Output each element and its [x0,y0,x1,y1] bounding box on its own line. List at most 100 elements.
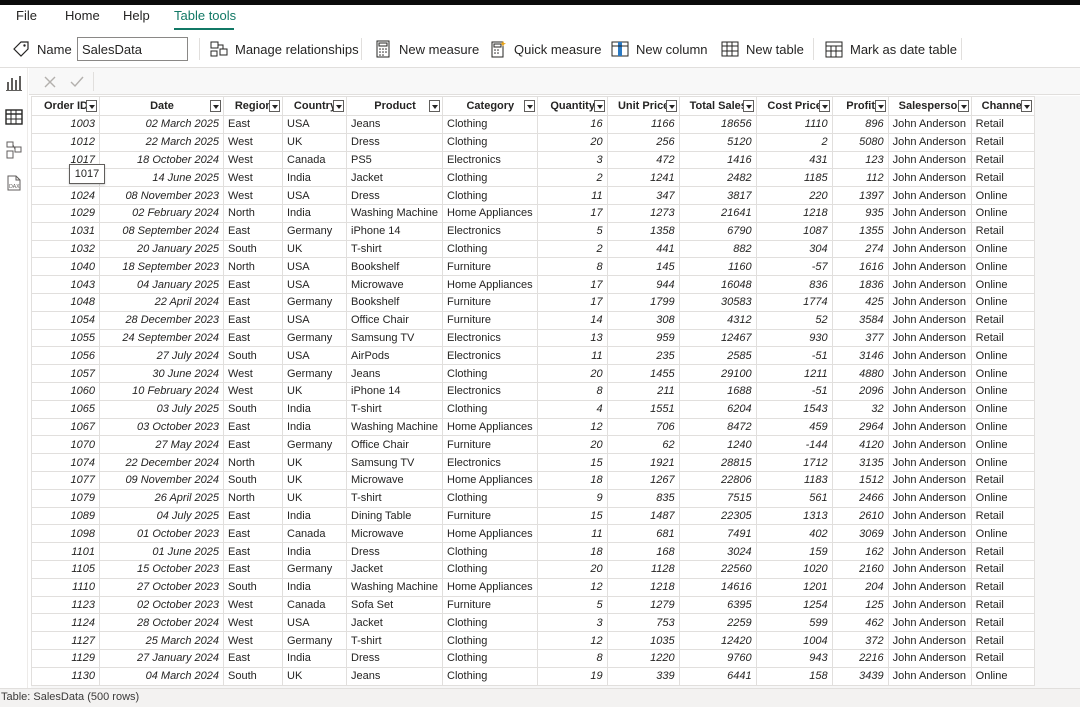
cell-profit[interactable]: 425 [831,292,889,312]
cell-country[interactable]: Germany [282,221,347,241]
cell-profit[interactable]: 3146 [831,346,889,366]
cell-category[interactable]: Clothing [442,613,538,633]
cell-cost-price[interactable]: 561 [755,488,833,508]
cell-unit-price[interactable]: 1921 [606,453,680,472]
cell-product[interactable]: T-shirt [345,631,444,650]
cell-profit[interactable]: 2216 [831,648,889,668]
cell-profit[interactable]: 1836 [831,275,889,294]
cell-profit[interactable]: 5080 [831,132,889,152]
cell-order-id[interactable]: 1057 [31,364,100,383]
cell-cost-price[interactable]: 459 [755,417,833,437]
cell-date[interactable]: 14 June 2025 [99,168,224,188]
cell-category[interactable]: Furniture [442,506,538,526]
new-table-button[interactable]: New table [721,30,804,68]
cell-salesperson[interactable]: John Anderson [887,346,972,366]
cell-category[interactable]: Home Appliances [442,203,538,223]
cell-cost-price[interactable]: 304 [755,239,833,259]
cell-category[interactable]: Clothing [442,132,538,152]
filter-dropdown-icon[interactable] [593,100,605,112]
cell-quantity[interactable]: 14 [536,310,608,330]
cell-total-sales[interactable]: 4312 [678,310,757,330]
filter-dropdown-icon[interactable] [269,100,280,112]
cell-order-id[interactable]: 1089 [31,506,100,526]
cell-country[interactable]: UK [282,381,347,401]
cell-unit-price[interactable]: 1218 [606,577,680,597]
cell-unit-price[interactable]: 1267 [606,470,680,490]
cell-date[interactable]: 03 July 2025 [99,399,224,419]
cell-country[interactable]: UK [282,132,347,152]
table-row[interactable]: 1056 27 July 2024 South USA AirPods Electroni… [31,346,1035,366]
cell-cost-price[interactable]: 1211 [755,364,833,383]
cell-channel[interactable]: Retail [970,648,1035,668]
cell-cost-price[interactable]: 431 [755,150,833,170]
cell-cost-price[interactable]: 1004 [755,631,833,650]
cell-quantity[interactable]: 15 [536,506,608,526]
new-measure-button[interactable]: New measure [374,30,479,68]
cell-channel[interactable]: Retail [970,150,1035,170]
cell-order-id[interactable]: 1079 [31,488,100,508]
cell-channel[interactable]: Online [970,239,1035,259]
cell-cost-price[interactable]: -144 [755,435,833,455]
cell-total-sales[interactable]: 1688 [678,381,757,401]
cell-region[interactable]: North [223,257,283,277]
cell-cost-price[interactable]: 158 [755,666,833,686]
cell-quantity[interactable]: 17 [536,292,608,312]
cell-total-sales[interactable]: 22806 [678,470,757,490]
filter-dropdown-icon[interactable] [1020,100,1032,112]
cell-category[interactable]: Clothing [442,542,538,561]
cell-profit[interactable]: 1397 [831,186,889,205]
cell-product[interactable]: Jacket [345,559,444,579]
cell-product[interactable]: iPhone 14 [345,381,444,401]
report-view-icon[interactable] [5,74,23,92]
cell-region[interactable]: West [223,150,283,170]
cell-date[interactable]: 09 November 2024 [99,470,224,490]
cell-order-id[interactable]: 1123 [31,595,100,615]
cell-salesperson[interactable]: John Anderson [887,524,972,544]
cell-region[interactable]: East [223,559,283,579]
cell-channel[interactable]: Online [970,399,1035,419]
cell-date[interactable]: 27 October 2023 [99,577,224,597]
cell-total-sales[interactable]: 12467 [678,328,757,348]
cell-order-id[interactable]: 1055 [31,328,100,348]
cell-category[interactable]: Electronics [442,221,538,241]
cell-cost-price[interactable]: -57 [755,257,833,277]
cell-salesperson[interactable]: John Anderson [887,275,972,294]
cell-cost-price[interactable]: 1185 [755,168,833,188]
table-row[interactable]: 1124 28 October 2024 West USA Jacket Clothing… [31,613,1035,633]
table-row[interactable]: 1077 09 November 2024 South UK Microwave Home… [31,470,1035,490]
cell-cost-price[interactable]: 1313 [755,506,833,526]
cell-region[interactable]: East [223,221,283,241]
cell-channel[interactable]: Retail [970,132,1035,152]
cell-order-id[interactable]: 1070 [31,435,100,455]
cell-order-id[interactable]: 1077 [31,470,100,490]
cell-region[interactable]: East [223,115,283,134]
cell-salesperson[interactable]: John Anderson [887,364,972,383]
cell-cost-price[interactable]: 1087 [755,221,833,241]
cell-total-sales[interactable]: 1240 [678,435,757,455]
column-header-date[interactable]: Date [99,96,224,116]
filter-dropdown-icon[interactable] [429,100,441,112]
cell-category[interactable]: Furniture [442,310,538,330]
table-row[interactable]: 1089 04 July 2025 East India Dining Table Fur… [31,506,1035,526]
cell-profit[interactable]: 4120 [831,435,889,455]
cell-profit[interactable]: 1616 [831,257,889,277]
cell-channel[interactable]: Retail [970,310,1035,330]
cell-quantity[interactable]: 5 [536,221,608,241]
cell-unit-price[interactable]: 753 [606,613,680,633]
cell-profit[interactable]: 3439 [831,666,889,686]
cell-salesperson[interactable]: John Anderson [887,577,972,597]
table-row[interactable]: 1048 22 April 2024 East Germany Bookshelf Fur… [31,292,1035,312]
cell-profit[interactable]: 377 [831,328,889,348]
cell-region[interactable]: South [223,346,283,366]
cell-total-sales[interactable]: 22305 [678,506,757,526]
cell-salesperson[interactable]: John Anderson [887,257,972,277]
table-row[interactable]: 1067 03 October 2023 East India Washing Mach… [31,417,1035,437]
cell-product[interactable]: Office Chair [345,435,444,455]
cell-salesperson[interactable]: John Anderson [887,453,972,472]
cell-category[interactable]: Home Appliances [442,577,538,597]
cell-total-sales[interactable]: 16048 [678,275,757,294]
data-grid-viewport[interactable]: Order ID Date Region Country Product Category… [31,96,1080,688]
cell-product[interactable]: PS5 [345,150,444,170]
cell-cost-price[interactable]: 1774 [755,292,833,312]
cell-country[interactable]: USA [282,613,347,633]
